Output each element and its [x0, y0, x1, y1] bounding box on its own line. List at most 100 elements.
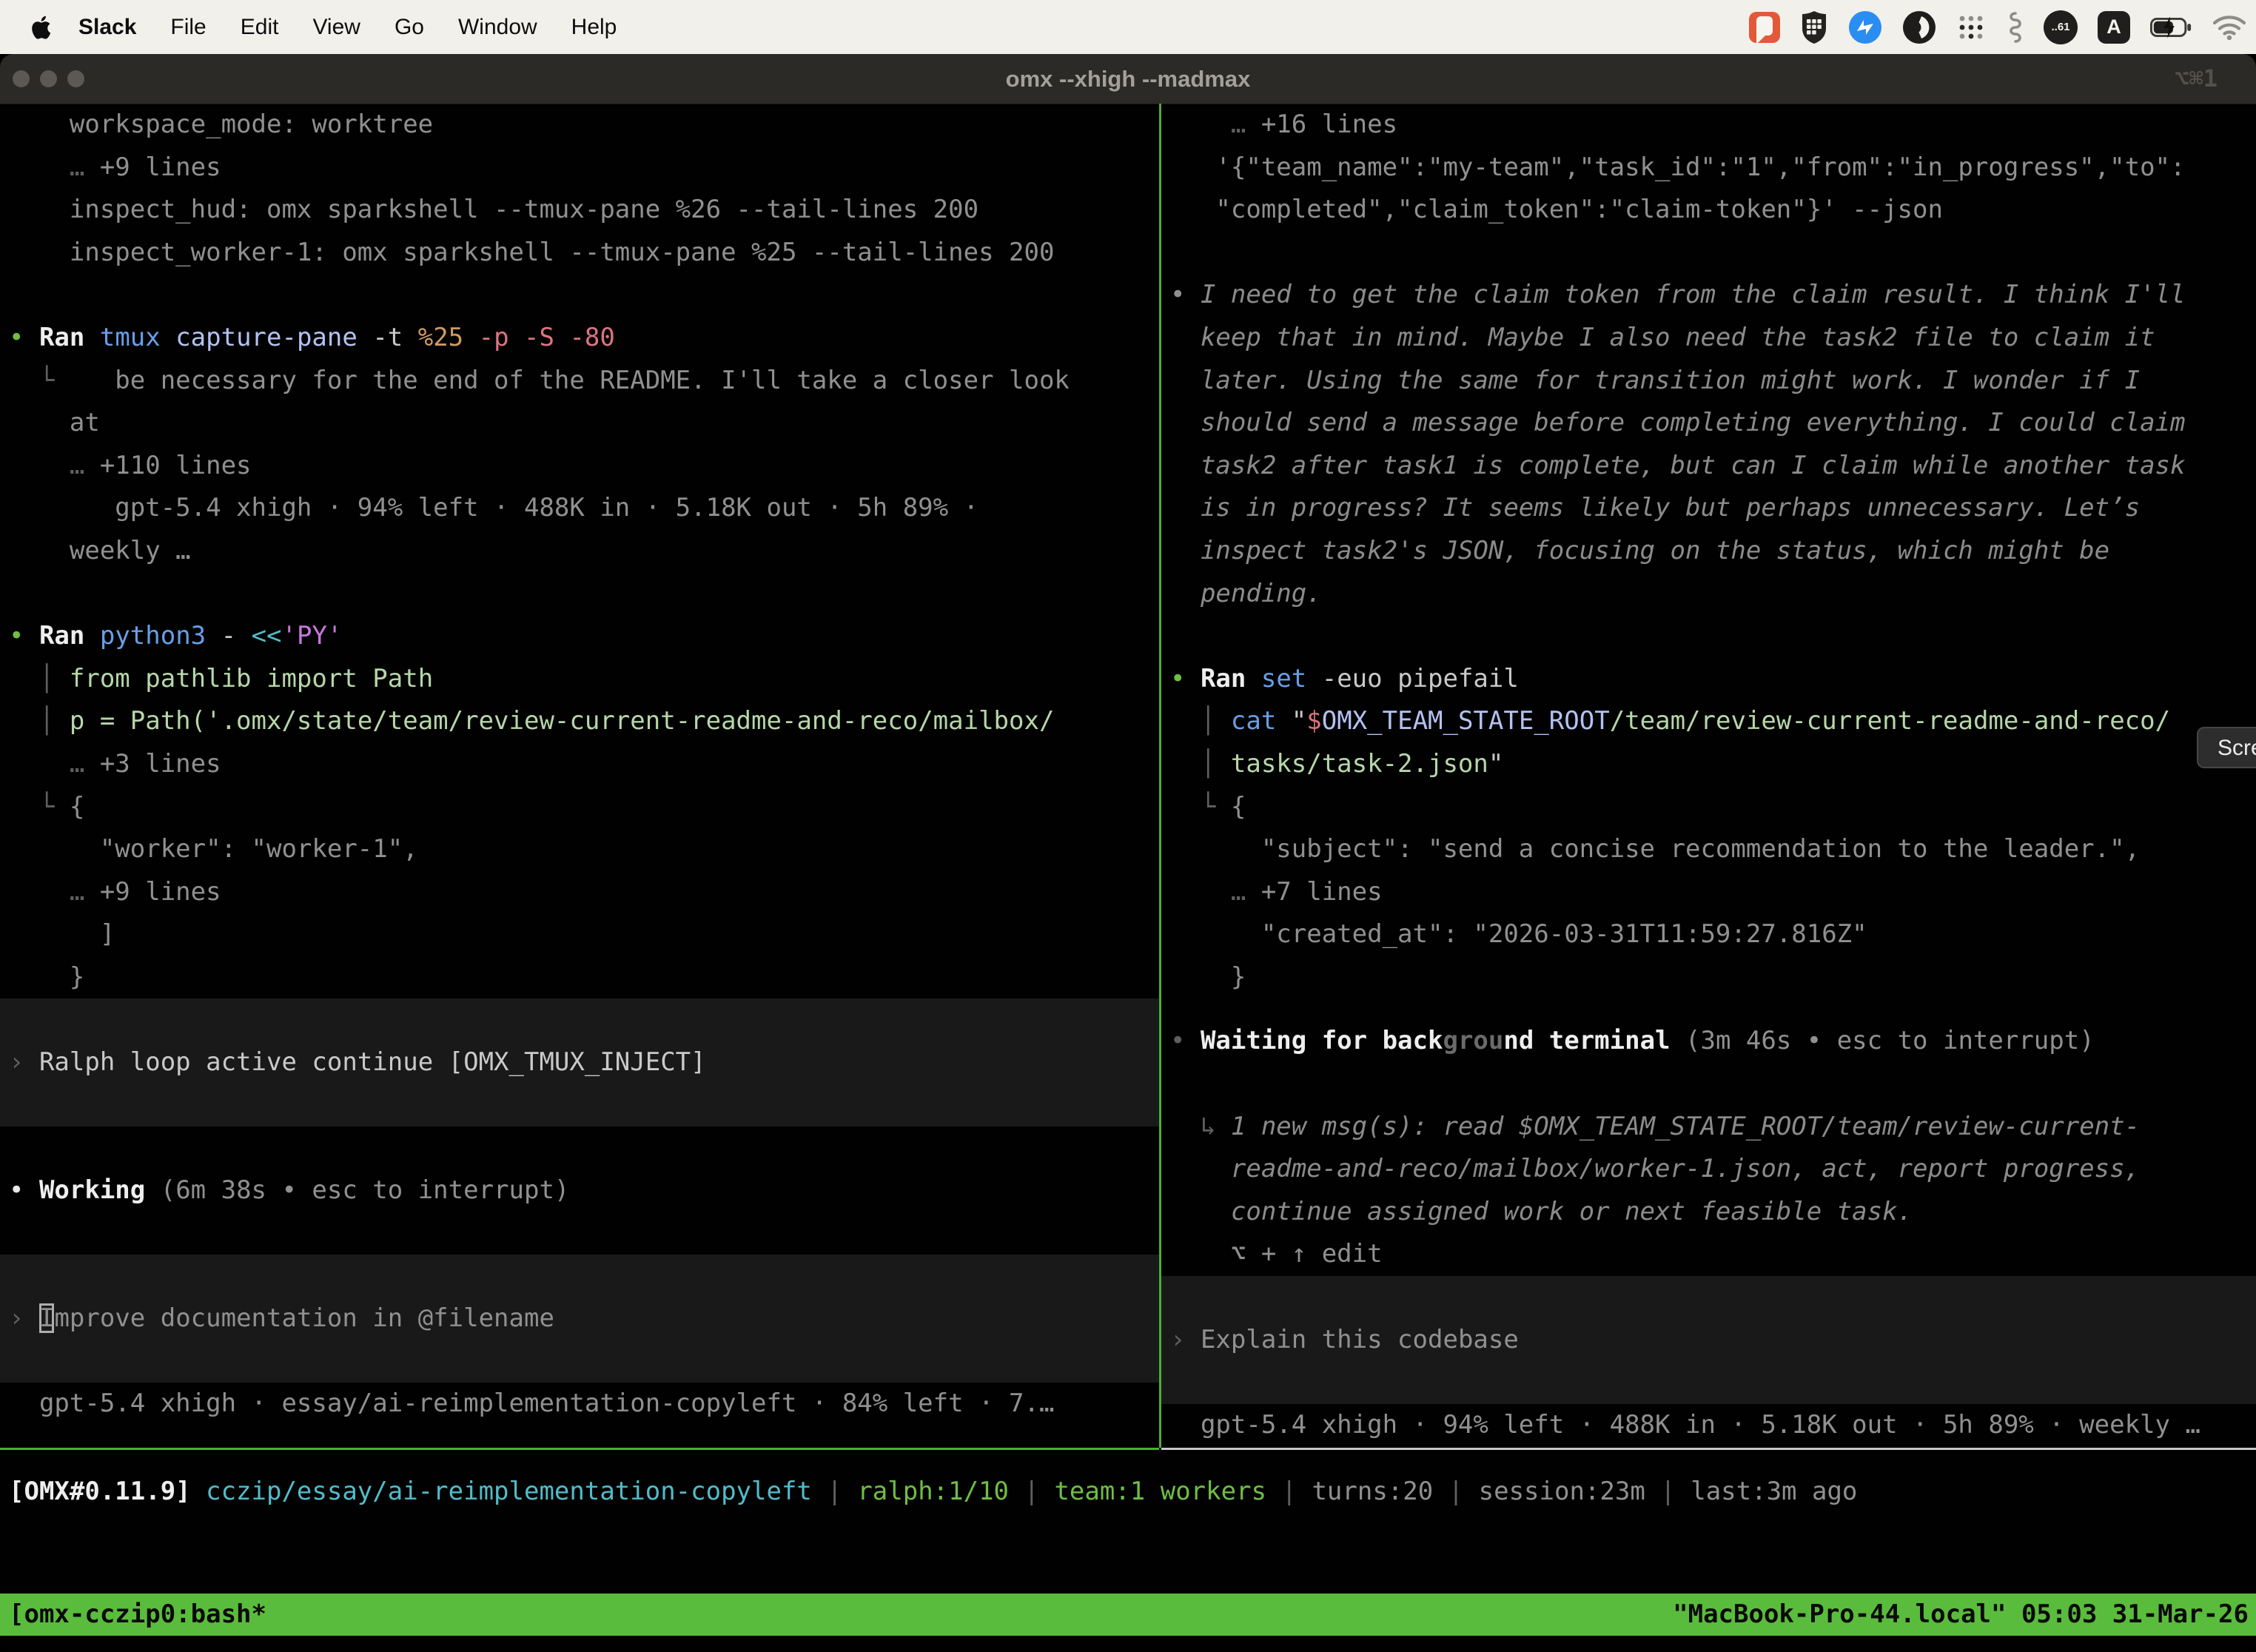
wifi-icon[interactable] — [2213, 15, 2246, 40]
text-segment: gpt-5.4 xhigh · 94% left · 488K in · 5.1… — [1170, 1410, 2200, 1440]
highlighted-terminal-line — [1161, 1361, 2256, 1404]
text-segment: -euo pipefail — [1322, 664, 1519, 694]
password-manager-icon[interactable] — [1800, 10, 1828, 44]
text-segment: ] — [9, 919, 115, 949]
terminal-line: └ { — [0, 786, 1159, 829]
text-segment: | — [1009, 1477, 1054, 1506]
text-segment: "worker": "worker-1", — [9, 834, 418, 864]
terminal-line: └ be necessary for the end of the README… — [0, 360, 1159, 403]
terminal-line: task2 after task1 is complete, but can I… — [1161, 445, 2256, 488]
apple-menu-icon[interactable] — [31, 16, 51, 39]
text-segment: mprove documentation in @filename — [54, 1303, 554, 1333]
prompt-input-line[interactable]: › Explain this codebase — [1161, 1319, 2256, 1362]
menu-app-name[interactable]: Slack — [61, 15, 153, 40]
menu-view[interactable]: View — [295, 15, 377, 40]
text-segment: " — [1292, 706, 1306, 736]
text-segment: inspect_hud: omx sparkshell --tmux-pane … — [9, 195, 978, 224]
terminal-line: weekly … — [0, 530, 1159, 573]
text-segment: nd terminal — [1503, 1026, 1685, 1055]
text-segment: { — [1231, 792, 1246, 822]
text-segment: %25 — [418, 323, 479, 352]
terminal-line: is in progress? It seems likely but perh… — [1161, 487, 2256, 530]
terminal-line: inspect task2's JSON, focusing on the st… — [1161, 530, 2256, 573]
window-title-bar[interactable]: omx --xhigh --madmax ⌥⌘1 — [0, 54, 2256, 104]
window-title: omx --xhigh --madmax — [0, 54, 2256, 104]
terminal-line: gpt-5.4 xhigh · essay/ai-reimplementatio… — [0, 1383, 1159, 1426]
terminal-line: "worker": "worker-1", — [0, 828, 1159, 871]
squiggle-icon[interactable] — [2006, 11, 2024, 44]
tmux-host-clock: "MacBook-Pro-44.local" 05:03 31-Mar-26 — [1673, 1594, 2249, 1636]
menu-edit[interactable]: Edit — [224, 15, 296, 40]
tmux-horizontal-border-inactive[interactable] — [1161, 1448, 2256, 1450]
text-segment: Waiting for back — [1201, 1026, 1443, 1055]
text-segment: capture-pane — [175, 323, 372, 352]
battery-icon[interactable] — [2150, 16, 2193, 38]
text-segment: └ — [1170, 792, 1231, 822]
text-segment: /team/review-current-readme-and-reco/ — [1610, 706, 2170, 736]
terminal-line: gpt-5.4 xhigh · 94% left · 488K in · 5.1… — [1161, 1404, 2256, 1447]
text-segment: python3 — [100, 621, 221, 651]
highlighted-terminal-line — [0, 998, 1159, 1041]
terminal-pane-right[interactable]: … +16 lines '{"team_name":"my-team","tas… — [1161, 104, 2256, 1448]
screen-share-chat-icon[interactable] — [1749, 12, 1780, 43]
terminal-line: • I need to get the claim token from the… — [1161, 274, 2256, 317]
battery-percent-badge[interactable]: ..61 — [2044, 10, 2078, 44]
text-segment: is in progress? It seems likely but perh… — [1170, 493, 2140, 523]
text-segment: Working — [39, 1175, 161, 1205]
terminal-line: └ { — [1161, 786, 2256, 829]
terminal-line: later. Using the same for transition mig… — [1161, 360, 2256, 403]
tmux-horizontal-border-active[interactable] — [0, 1448, 1159, 1450]
text-segment: I need to get the claim token from the c… — [1201, 280, 2186, 309]
spacer — [1161, 998, 2256, 1020]
text-segment: task2 after task1 is complete, but can I… — [1170, 451, 2185, 480]
text-segment: weekly … — [9, 536, 191, 565]
terminal-line: … +9 lines — [0, 147, 1159, 189]
text-segment: set — [1261, 664, 1322, 694]
menu-help[interactable]: Help — [554, 15, 634, 40]
text-segment: | — [1645, 1477, 1691, 1506]
text-segment: I — [39, 1303, 54, 1333]
text-segment: - — [221, 621, 252, 651]
terminal-line: keep that in mind. Maybe I also need the… — [1161, 317, 2256, 360]
input-source-icon[interactable]: A — [2098, 11, 2130, 44]
text-segment: Ran — [1201, 664, 1261, 694]
text-segment: • — [9, 1175, 39, 1205]
text-segment: $ — [1306, 706, 1321, 736]
screen-tooltip: Scre — [2197, 727, 2256, 768]
menu-file[interactable]: File — [153, 15, 223, 40]
menu-go[interactable]: Go — [377, 15, 441, 40]
messenger-icon[interactable] — [1848, 10, 1882, 44]
terminal-line — [1161, 232, 2256, 275]
terminal-line: } — [1161, 956, 2256, 999]
text-segment: team:1 workers — [1054, 1477, 1266, 1506]
text-segment: readme-and-reco/mailbox/worker-1.json, a… — [1170, 1154, 2140, 1183]
terminal-pane-left[interactable]: workspace_mode: worktree … +9 lines insp… — [0, 104, 1159, 1448]
text-segment: … — [9, 877, 100, 907]
terminal-line: inspect_worker-1: omx sparkshell --tmux-… — [0, 232, 1159, 275]
highlighted-terminal-line — [0, 1255, 1159, 1297]
menu-window[interactable]: Window — [441, 15, 554, 40]
dot-grid-icon[interactable] — [1956, 13, 1986, 42]
terminal-line: … +16 lines — [1161, 104, 2256, 147]
terminal-line: │ cat "$OMX_TEAM_STATE_ROOT/team/review-… — [1161, 700, 2256, 743]
text-segment: gpt-5.4 xhigh · 94% left · 488K in · 5.1… — [9, 493, 978, 523]
tmux-session-label[interactable]: [omx-cczip0:bash* — [9, 1594, 266, 1636]
crescent-app-icon[interactable] — [1902, 10, 1936, 44]
terminal-line: │ from pathlib import Path — [0, 658, 1159, 701]
highlighted-terminal-line — [0, 1340, 1159, 1383]
text-segment: › — [9, 1303, 39, 1333]
terminal-window: omx --xhigh --madmax ⌥⌘1 workspace_mode:… — [0, 54, 2256, 1652]
highlighted-terminal-line: › Ralph loop active continue [OMX_TMUX_I… — [0, 1041, 1159, 1084]
terminal-line: should send a message before completing … — [1161, 402, 2256, 445]
text-segment: '{"team_name":"my-team","task_id":"1","f… — [1170, 152, 2185, 182]
terminal-line: workspace_mode: worktree — [0, 104, 1159, 147]
terminal-line: … +9 lines — [0, 871, 1159, 914]
text-segment: +9 lines — [100, 877, 221, 907]
terminal-line: pending. — [1161, 573, 2256, 616]
text-segment: keep that in mind. Maybe I also need the… — [1170, 323, 2155, 352]
prompt-input-line[interactable]: › Improve documentation in @filename — [0, 1297, 1159, 1340]
text-segment: at — [9, 408, 100, 437]
text-segment: gpt-5.4 xhigh · essay/ai-reimplementatio… — [9, 1389, 1054, 1418]
text-segment: › — [9, 1047, 39, 1077]
text-segment: session:23m — [1479, 1477, 1645, 1506]
